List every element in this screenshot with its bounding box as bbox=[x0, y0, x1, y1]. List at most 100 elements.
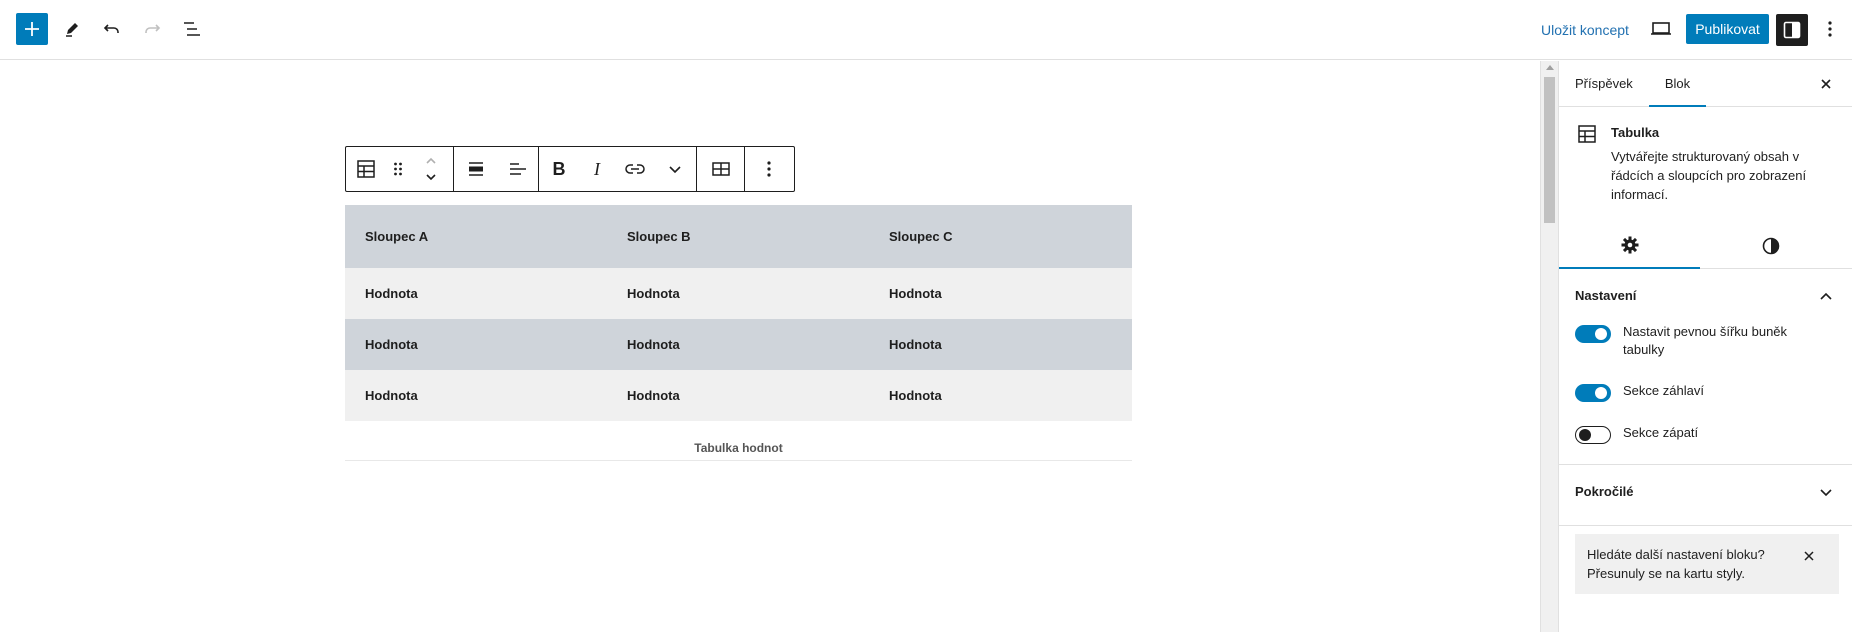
block-card: Tabulka Vytvářejte strukturovaný obsah v… bbox=[1559, 108, 1852, 208]
settings-toggle-button[interactable] bbox=[1776, 14, 1808, 46]
close-icon bbox=[1821, 79, 1831, 89]
list-view-icon bbox=[184, 22, 200, 36]
tools-button[interactable] bbox=[56, 13, 88, 45]
italic-icon: I bbox=[594, 158, 600, 179]
block-type-button[interactable] bbox=[346, 147, 386, 191]
preview-button[interactable] bbox=[1645, 13, 1677, 45]
chevron-down-icon bbox=[669, 166, 681, 174]
block-toolbar-group-align bbox=[454, 147, 539, 191]
italic-button[interactable]: I bbox=[579, 147, 615, 191]
more-formats-button[interactable] bbox=[655, 147, 695, 191]
bold-icon: B bbox=[552, 158, 566, 179]
list-view-button[interactable] bbox=[176, 13, 208, 45]
align-button[interactable] bbox=[454, 147, 498, 191]
advanced-panel-toggle[interactable] bbox=[1814, 480, 1838, 504]
redo-icon bbox=[145, 24, 161, 33]
advanced-panel[interactable]: Pokročilé bbox=[1559, 466, 1852, 526]
table-caption[interactable]: Tabulka hodnot bbox=[345, 441, 1132, 455]
toggle-row-fixed-width: Nastavit pevnou šířku buněk tabulky bbox=[1575, 323, 1823, 359]
fixed-width-label: Nastavit pevnou šířku buněk tabulky bbox=[1623, 324, 1788, 357]
canvas-scrollbar[interactable] bbox=[1540, 61, 1558, 632]
block-toolbar: B I bbox=[345, 146, 795, 192]
pencil-icon bbox=[66, 23, 78, 37]
table-row: Hodnota Hodnota Hodnota bbox=[345, 319, 1132, 370]
align-wide-icon bbox=[469, 162, 483, 176]
scroll-up-arrow-icon[interactable] bbox=[1546, 65, 1554, 70]
tab-block[interactable]: Blok bbox=[1649, 61, 1706, 107]
caption-divider bbox=[345, 460, 1132, 461]
table-block[interactable]: Sloupec A Sloupec B Sloupec C Hodnota Ho… bbox=[345, 205, 1132, 421]
text-align-button[interactable] bbox=[498, 147, 538, 191]
table-header-cell[interactable]: Sloupec C bbox=[869, 205, 1132, 268]
block-mover bbox=[409, 147, 453, 191]
table-cell[interactable]: Hodnota bbox=[345, 319, 607, 370]
table-cell[interactable]: Hodnota bbox=[345, 268, 607, 319]
tab-styles[interactable] bbox=[1700, 223, 1841, 269]
vertical-dots-icon bbox=[767, 161, 771, 177]
tab-settings[interactable] bbox=[1559, 223, 1700, 269]
notice-text: Hledáte další nastavení bloku? Přesunuly… bbox=[1587, 547, 1765, 581]
fixed-width-toggle[interactable] bbox=[1575, 325, 1611, 343]
advanced-panel-title[interactable]: Pokročilé bbox=[1575, 484, 1634, 499]
move-up-button[interactable] bbox=[424, 153, 438, 169]
styles-icon bbox=[1762, 237, 1779, 255]
move-down-button[interactable] bbox=[424, 169, 438, 185]
inspector-tabs bbox=[1559, 223, 1852, 269]
add-block-button[interactable] bbox=[16, 13, 48, 45]
options-button[interactable] bbox=[1818, 13, 1842, 45]
table-cell[interactable]: Hodnota bbox=[345, 370, 607, 421]
bold-button[interactable]: B bbox=[539, 147, 579, 191]
block-options-button[interactable] bbox=[745, 147, 793, 191]
table-cell[interactable]: Hodnota bbox=[869, 268, 1132, 319]
publish-button[interactable]: Publikovat bbox=[1686, 14, 1769, 44]
close-icon bbox=[1804, 551, 1814, 561]
toggle-row-header-section: Sekce záhlaví bbox=[1575, 382, 1823, 402]
tab-post[interactable]: Příspěvek bbox=[1575, 61, 1633, 107]
link-button[interactable] bbox=[615, 147, 655, 191]
move-up-icon bbox=[426, 157, 436, 164]
edit-table-icon bbox=[711, 162, 730, 176]
block-card-description: Vytvářejte strukturovaný obsah v řádcích… bbox=[1611, 149, 1807, 202]
table-icon bbox=[1578, 125, 1596, 143]
styles-moved-notice: Hledáte další nastavení bloku? Přesunuly… bbox=[1575, 534, 1839, 594]
table-icon bbox=[357, 160, 375, 178]
gear-icon bbox=[1621, 236, 1638, 254]
header-section-toggle[interactable] bbox=[1575, 384, 1611, 402]
footer-section-label: Sekce zápatí bbox=[1623, 425, 1699, 440]
save-draft-button[interactable]: Uložit koncept bbox=[1541, 18, 1629, 42]
block-card-title: Tabulka bbox=[1611, 125, 1660, 140]
table-header-cell[interactable]: Sloupec A bbox=[345, 205, 607, 268]
redo-button[interactable] bbox=[136, 13, 168, 45]
block-toolbar-group-table bbox=[697, 147, 745, 191]
table-cell[interactable]: Hodnota bbox=[607, 268, 869, 319]
block-toolbar-group-block bbox=[346, 147, 454, 191]
table-cell[interactable]: Hodnota bbox=[607, 370, 869, 421]
table-cell[interactable]: Hodnota bbox=[869, 319, 1132, 370]
header-section-label: Sekce záhlaví bbox=[1623, 383, 1704, 398]
sidebar-tabs: Příspěvek Blok bbox=[1559, 61, 1852, 107]
undo-button[interactable] bbox=[96, 13, 128, 45]
drag-handle-icon bbox=[393, 162, 402, 176]
move-down-icon bbox=[426, 174, 436, 181]
edit-table-button[interactable] bbox=[697, 147, 744, 191]
block-card-icon bbox=[1577, 124, 1597, 149]
table-cell[interactable]: Hodnota bbox=[607, 319, 869, 370]
drag-handle[interactable] bbox=[386, 147, 410, 191]
vertical-dots-icon bbox=[1828, 21, 1832, 37]
scrollbar-thumb[interactable] bbox=[1544, 77, 1555, 223]
close-sidebar-button[interactable] bbox=[1814, 72, 1838, 96]
link-icon bbox=[625, 164, 645, 174]
settings-sidebar: Příspěvek Blok Tabulka Vytvářejte strukt… bbox=[1558, 61, 1852, 632]
chevron-down-icon bbox=[1820, 489, 1832, 497]
settings-panel-title[interactable]: Nastavení bbox=[1575, 288, 1636, 303]
undo-icon bbox=[103, 24, 119, 33]
dismiss-notice-button[interactable] bbox=[1797, 544, 1821, 568]
table-header-cell[interactable]: Sloupec B bbox=[607, 205, 869, 268]
table-cell[interactable]: Hodnota bbox=[869, 370, 1132, 421]
footer-section-toggle[interactable] bbox=[1575, 426, 1611, 444]
chevron-up-icon bbox=[1820, 292, 1832, 300]
settings-panel-toggle[interactable] bbox=[1814, 284, 1838, 308]
desktop-icon bbox=[1651, 22, 1671, 35]
sidebar-icon bbox=[1783, 21, 1801, 39]
block-toolbar-group-options bbox=[745, 147, 793, 191]
